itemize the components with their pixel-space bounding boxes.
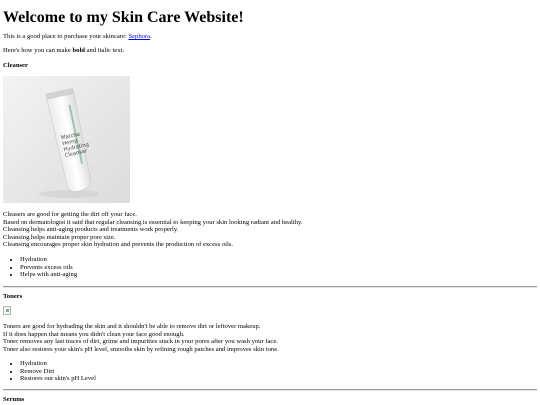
sephora-link[interactable]: Sephora	[128, 33, 150, 40]
cleanser-heading: Cleanser	[3, 62, 28, 69]
toners-line: Toners are good for hydrading the skin a…	[3, 323, 261, 330]
list-item: Helps with anti-aging	[20, 271, 77, 279]
toners-description: Toners are good for hydrading the skin a…	[3, 323, 279, 353]
section-divider	[3, 286, 537, 288]
intro-period: .	[150, 33, 152, 40]
format-text-after: and italic text.	[84, 47, 125, 54]
cleanser-line: Cleansing encourages proper skin hydrati…	[3, 241, 233, 248]
toners-heading: Toners	[3, 293, 23, 300]
format-text-before: Here's how you can make	[3, 47, 73, 54]
toners-line: Toner also restores your skin's pH level…	[3, 345, 279, 353]
cleanser-description: Cleasers are good for getting the dirt o…	[3, 211, 303, 249]
toners-benefits-list: Hydration Remove Dirt Restores our skin'…	[3, 360, 96, 383]
serums-heading: Serums	[3, 396, 25, 403]
list-item: Remove Dirt	[20, 368, 96, 376]
list-item: Hydration	[20, 360, 96, 368]
format-paragraph: Here's how you can make bold and italic …	[3, 47, 124, 54]
cleanser-product-image: Matcha Hemp Hydrating Cleanser	[3, 76, 130, 203]
cleanser-line: Cleansing helps anti-aging products and …	[3, 226, 179, 233]
cleanser-line: Cleasers are good for getting the dirt o…	[3, 211, 137, 218]
bold-word: bold	[72, 47, 85, 54]
intro-paragraph: This is a good place to purchase your sk…	[3, 33, 152, 40]
intro-text: This is a good place to purchase your sk…	[3, 33, 129, 40]
section-divider	[3, 389, 537, 391]
list-item: Hydration	[20, 256, 77, 264]
cleanser-benefits-list: Hydration Prevents excess oils Helps wit…	[3, 256, 77, 279]
toner-broken-image-icon	[3, 306, 11, 315]
list-item: Restores our skin's pH Level	[20, 375, 96, 383]
cleanser-tube-illustration: Matcha Hemp Hydrating Cleanser	[3, 76, 130, 203]
list-item: Prevents excess oils	[20, 264, 77, 272]
toners-line: If it does happen that means you didn't …	[3, 330, 185, 338]
cleanser-line: Cleansing helps maintain proper pore siz…	[3, 233, 116, 241]
toners-line: Toner removes any last traces of dirt, g…	[3, 338, 278, 345]
page-title: Welcome to my Skin Care Website!	[3, 9, 244, 26]
cleanser-line: Based on dermatologist it said that regu…	[3, 218, 303, 226]
